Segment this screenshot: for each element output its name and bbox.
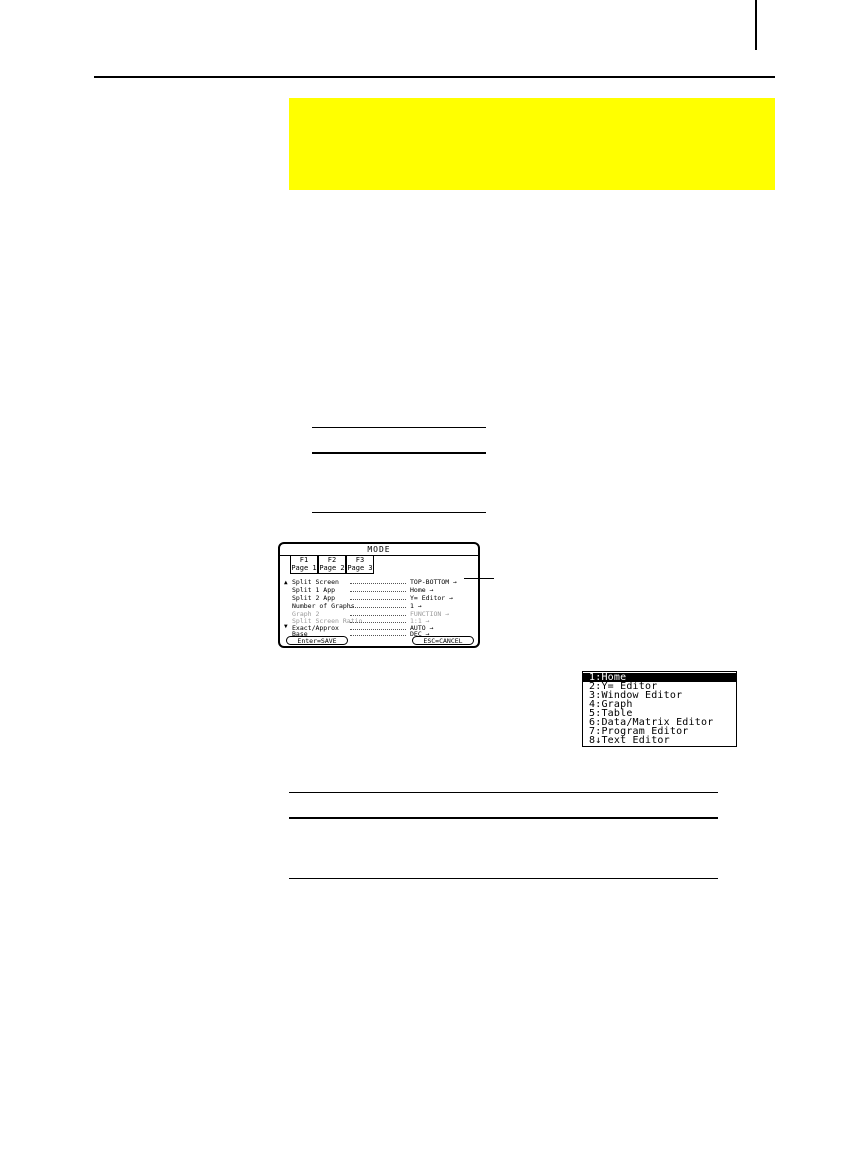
leader-dots bbox=[350, 622, 406, 623]
tab-page-2[interactable]: F2 Page 2 bbox=[318, 556, 346, 574]
setting-label: Split 2 App bbox=[292, 594, 336, 602]
table2-top-rule bbox=[289, 792, 718, 793]
mode-dialog-title: MODE bbox=[280, 544, 478, 556]
table-header-rule bbox=[312, 452, 486, 454]
callout-line bbox=[464, 578, 494, 579]
tab-page-3[interactable]: F3 Page 3 bbox=[346, 556, 374, 574]
setting-value: Y= Editor → bbox=[410, 594, 454, 602]
table-bottom-rule bbox=[312, 512, 486, 513]
leader-dots bbox=[350, 591, 406, 592]
header-rule bbox=[94, 76, 775, 78]
table2-bottom-rule bbox=[289, 878, 718, 879]
highlight-box bbox=[289, 98, 775, 190]
tab-key: F1 bbox=[299, 556, 309, 564]
leader-dots bbox=[350, 615, 406, 616]
tab-label: Page 3 bbox=[347, 564, 373, 572]
cancel-button[interactable]: ESC=CANCEL bbox=[412, 636, 474, 645]
setting-split-screen[interactable]: Split Screen TOP-BOTTOM → bbox=[292, 578, 478, 586]
menu-item-text-editor[interactable]: 8↓Text Editor bbox=[583, 736, 736, 746]
leader-dots bbox=[350, 635, 406, 636]
tab-key: F2 bbox=[327, 556, 337, 564]
setting-value: Home → bbox=[410, 586, 434, 594]
save-button[interactable]: Enter=SAVE bbox=[286, 636, 348, 645]
tab-label: Page 2 bbox=[319, 564, 345, 572]
leader-dots bbox=[350, 607, 406, 608]
tab-page-1[interactable]: F1 Page 1 bbox=[290, 556, 318, 574]
tab-key: F3 bbox=[355, 556, 365, 564]
setting-label: Split 1 App bbox=[292, 586, 336, 594]
tab-label: Page 1 bbox=[291, 564, 317, 572]
app-menu: 1:Home 2:Y= Editor 3:Window Editor 4:Gra… bbox=[582, 671, 737, 747]
setting-label: Number of Graphs bbox=[292, 602, 355, 610]
setting-split-2-app[interactable]: Split 2 App Y= Editor → bbox=[292, 594, 478, 602]
setting-number-of-graphs[interactable]: Number of Graphs 1 → bbox=[292, 602, 478, 610]
mode-dialog: MODE F1 Page 1 F2 Page 2 F3 Page 3 ▲ ▼ S… bbox=[278, 542, 480, 648]
scroll-up-icon: ▲ bbox=[284, 579, 288, 586]
corner-rule bbox=[755, 0, 757, 50]
table-top-rule bbox=[312, 427, 486, 428]
setting-value: 1 → bbox=[410, 602, 422, 610]
leader-dots bbox=[350, 583, 406, 584]
setting-label: Split Screen bbox=[292, 578, 339, 586]
leader-dots bbox=[350, 599, 406, 600]
setting-split-1-app[interactable]: Split 1 App Home → bbox=[292, 586, 478, 594]
scroll-down-icon: ▼ bbox=[284, 623, 288, 630]
setting-value: TOP-BOTTOM → bbox=[410, 578, 457, 586]
table2-header-rule bbox=[289, 817, 718, 819]
